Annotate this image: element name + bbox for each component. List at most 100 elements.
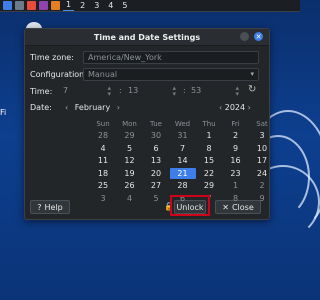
calendar-day[interactable]: 6 [143,143,169,154]
prev-year-icon[interactable]: ‹ [219,103,222,112]
workspace-3[interactable]: 3 [91,1,102,11]
workspace-5[interactable]: 5 [119,1,130,11]
refresh-icon[interactable]: ↻ [248,84,256,95]
minimize-icon[interactable] [240,32,249,41]
close-label: Close [231,202,254,212]
app-icon[interactable] [51,1,60,10]
calendar-day[interactable]: 9 [223,143,249,154]
calendar-day[interactable]: 28 [90,130,116,141]
folder-icon[interactable] [15,1,24,10]
weekday-header: Mon [122,120,137,128]
year-label[interactable]: 2024 [225,103,245,112]
second-spinner[interactable]: 53 ▴ ▾ [191,85,241,98]
calendar-day[interactable]: 3 [90,193,116,204]
workspace-4[interactable]: 4 [105,1,116,11]
config-label: Configuration: [30,70,87,79]
weekday-header: Wed [174,120,191,128]
browser-icon[interactable] [27,1,36,10]
calendar-day[interactable]: 28 [170,180,196,191]
calendar-day[interactable]: 17 [249,155,275,166]
calendar-day[interactable]: 4 [117,193,143,204]
calendar-day[interactable]: 18 [90,168,116,179]
weekday-header: Tue [150,120,162,128]
calendar-day[interactable]: 4 [90,143,116,154]
time-separator: : [119,86,122,95]
weekday-header: Fri [231,120,240,128]
calendar-day[interactable]: 30 [143,130,169,141]
minute-value: 13 [128,86,139,95]
calendar-day[interactable]: 5 [143,193,169,204]
calendar-day[interactable]: 21 [169,167,196,179]
month-nav: ‹ February › [65,103,120,115]
calendar-day[interactable]: 27 [143,180,169,191]
spin-arrows-icon[interactable]: ▴ ▾ [107,85,111,98]
close-x-icon: ✕ [222,202,229,212]
timezone-row: Time zone: [30,53,74,62]
calendar-day[interactable]: 15 [196,155,222,166]
calendar-day[interactable]: 2 [249,180,275,191]
terminal-icon[interactable] [39,1,48,10]
calendar-day[interactable]: 12 [117,155,143,166]
next-month-icon[interactable]: › [117,103,120,112]
next-year-icon[interactable]: › [248,103,251,112]
calendar-day[interactable]: 20 [143,168,169,179]
hour-value: 7 [63,86,69,95]
month-label[interactable]: February [75,103,110,112]
calendar-day[interactable]: 29 [196,180,222,191]
calendar-day[interactable]: 29 [117,130,143,141]
config-row: Configuration: [30,70,87,79]
calendar-day[interactable]: 3 [249,130,275,141]
chevron-down-icon: ▾ [250,70,254,78]
help-icon: ? [37,202,42,212]
date-label: Date: [30,103,52,112]
time-row: Time: [30,87,52,96]
calendar-day[interactable]: 11 [90,155,116,166]
minute-spinner[interactable]: 13 ▴ ▾ [128,85,178,98]
weekday-header: Sat [256,120,268,128]
year-nav: ‹ 2024 › [219,103,251,115]
calendar-day[interactable]: 22 [196,168,222,179]
calendar-day[interactable]: 9 [249,193,275,204]
spin-arrows-icon[interactable]: ▴ ▾ [172,85,176,98]
dialog-titlebar[interactable]: Time and Date Settings ✕ [25,29,269,46]
calendar-day[interactable]: 2 [223,130,249,141]
app-menu-icon[interactable] [3,1,12,10]
hour-spinner[interactable]: 7 ▴ ▾ [63,85,113,98]
calendar-day[interactable]: 1 [223,180,249,191]
top-panel: 1 2 3 4 5 [0,0,300,12]
time-date-dialog: Time and Date Settings ✕ Time zone: Amer… [24,28,270,220]
calendar-day[interactable]: 24 [249,168,275,179]
unlock-highlight-box [170,195,210,216]
calendar-day[interactable]: 26 [117,180,143,191]
time-separator: : [183,86,186,95]
calendar-day[interactable]: 7 [170,143,196,154]
timezone-field[interactable]: America/New_York [83,51,259,64]
timezone-label: Time zone: [30,53,74,62]
workspace-2[interactable]: 2 [77,1,88,11]
help-button[interactable]: ? Help [30,200,70,214]
calendar-day[interactable]: 14 [170,155,196,166]
calendar-day[interactable]: 8 [196,143,222,154]
date-row: Date: [30,103,52,112]
prev-month-icon[interactable]: ‹ [65,103,68,112]
workspace-1[interactable]: 1 [63,0,75,11]
calendar-day[interactable]: 16 [223,155,249,166]
calendar-day[interactable]: 8 [223,193,249,204]
spin-arrows-icon[interactable]: ▴ ▾ [235,85,239,98]
calendar-day[interactable]: 19 [117,168,143,179]
weekday-header: Sun [96,120,110,128]
desktop-icon-label[interactable]: Fi [0,108,6,117]
calendar-day[interactable]: 10 [249,143,275,154]
help-label: Help [44,202,63,212]
calendar-day[interactable]: 13 [143,155,169,166]
second-value: 53 [191,86,202,95]
config-select[interactable]: Manual ▾ [83,68,259,81]
calendar-day[interactable]: 1 [196,130,222,141]
close-icon[interactable]: ✕ [254,32,263,41]
calendar-day[interactable]: 5 [117,143,143,154]
calendar-day[interactable]: 31 [170,130,196,141]
calendar-day[interactable]: 23 [223,168,249,179]
config-value: Manual [88,70,118,79]
calendar-day[interactable]: 25 [90,180,116,191]
dialog-title: Time and Date Settings [93,32,201,42]
